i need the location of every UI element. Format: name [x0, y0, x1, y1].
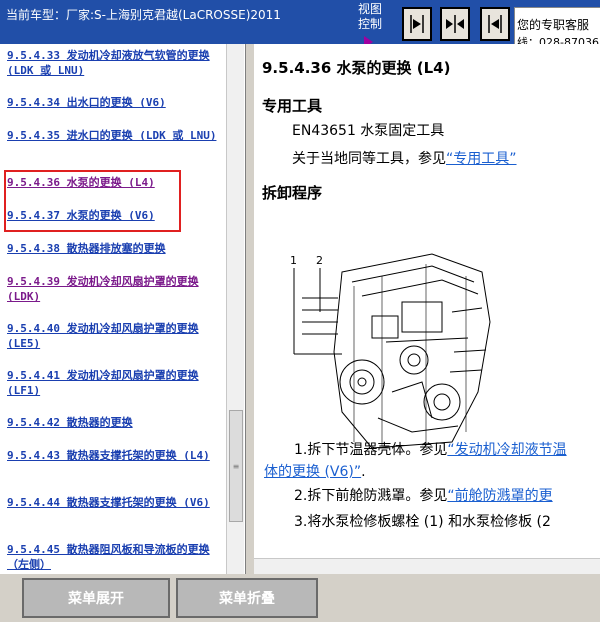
- nav-item-9-5-4-41[interactable]: 9.5.4.41 发动机冷却风扇护罩的更换 (LF1): [7, 368, 219, 398]
- current-car-model-label: 当前车型：厂家:S-上海别克君越(LaCROSSE)2011: [6, 8, 281, 22]
- nav-item-9-5-4-40[interactable]: 9.5.4.40 发动机冷却风扇护罩的更换 (LE5): [7, 321, 219, 351]
- special-tools-link[interactable]: “专用工具”: [446, 151, 517, 167]
- document-title: 9.5.4.36 水泵的更换 (L4): [262, 59, 451, 77]
- expand-left-button[interactable]: [480, 7, 510, 41]
- step-1-continued: 体的更换 (V6)”.: [264, 462, 366, 482]
- nav-item-9-5-4-45[interactable]: 9.5.4.45 散热器阻风板和导流板的更换（左侧）: [7, 542, 219, 572]
- navigation-pane: 9.5.4.33 发动机冷却液放气软管的更换 (LDK 或 LNU) 9.5.4…: [0, 44, 246, 574]
- nav-item-9-5-4-42[interactable]: 9.5.4.42 散热器的更换: [7, 415, 219, 430]
- view-control-line1: 视图: [358, 2, 383, 16]
- view-control-label: 视图 控制: [358, 2, 392, 44]
- engine-diagram: 1 2: [290, 253, 491, 449]
- expand-left-icon: [488, 15, 502, 33]
- splash-shield-link[interactable]: “前舱防溅罩的更: [447, 488, 552, 504]
- nav-item-9-5-4-43[interactable]: 9.5.4.43 散热器支撑托架的更换 (L4): [7, 448, 219, 463]
- customer-service-box: 您的专职客服 线：028-87036: [514, 7, 600, 44]
- nav-item-9-5-4-44[interactable]: 9.5.4.44 散热器支撑托架的更换 (V6): [7, 495, 219, 510]
- nav-item-9-5-4-35[interactable]: 9.5.4.35 进水口的更换 (LDK 或 LNU): [7, 128, 219, 143]
- split-view-button[interactable]: [440, 7, 470, 41]
- callout-1: 1: [290, 254, 297, 267]
- nav-item-9-5-4-38[interactable]: 9.5.4.38 散热器排放塞的更换: [7, 241, 219, 256]
- step-3: 3.将水泵检修板螺栓 (1) 和水泵检修板 (2: [294, 514, 551, 530]
- step-1-period: .: [361, 464, 366, 480]
- nav-vertical-scrollbar[interactable]: ≡: [226, 44, 244, 574]
- nav-item-9-5-4-39[interactable]: 9.5.4.39 发动机冷却风扇护罩的更换 (LDK): [7, 274, 219, 304]
- bottom-bar: 菜单展开 菜单折叠: [0, 574, 600, 622]
- step-2: 2.拆下前舱防溅罩。参见“前舱防溅罩的更: [294, 486, 553, 506]
- tool-item: EN43651 水泵固定工具: [292, 123, 445, 139]
- thermostat-housing-link[interactable]: “发动机冷却液节温: [447, 442, 566, 458]
- menu-expand-button[interactable]: 菜单展开: [22, 578, 170, 618]
- header-bar: 当前车型：厂家:S-上海别克君越(LaCROSSE)2011 视图 控制 您的专…: [0, 0, 600, 44]
- equivalent-tools-line: 关于当地同等工具，参见“专用工具”: [292, 148, 517, 168]
- step-2-text: 2.拆下前舱防溅罩。参见: [294, 488, 448, 504]
- service-line1: 您的专职客服: [517, 18, 590, 32]
- step-1: 1.拆下节温器壳体。参见“发动机冷却液节温: [294, 440, 567, 460]
- view-control-line2: 控制: [358, 17, 383, 31]
- special-tools-heading: 专用工具: [262, 97, 323, 115]
- callout-2: 2: [316, 254, 323, 267]
- nav-scroll-thumb[interactable]: ≡: [229, 410, 243, 522]
- equivalent-tools-text: 关于当地同等工具，参见: [292, 151, 446, 167]
- document-pane: 9.5.4.36 水泵的更换 (L4) 专用工具 EN43651 水泵固定工具 …: [254, 44, 600, 574]
- split-view-icon: [446, 15, 464, 33]
- nav-item-9-5-4-34[interactable]: 9.5.4.34 出水口的更换 (V6): [7, 95, 219, 110]
- removal-procedure-heading: 拆卸程序: [262, 184, 323, 202]
- step-1-text: 1.拆下节温器壳体。参见: [294, 442, 448, 458]
- nav-item-9-5-4-33[interactable]: 9.5.4.33 发动机冷却液放气软管的更换 (LDK 或 LNU): [7, 48, 219, 78]
- document-horizontal-scrollbar[interactable]: [254, 558, 600, 574]
- thermostat-housing-link-continued[interactable]: 体的更换 (V6)”: [264, 464, 361, 480]
- pane-splitter[interactable]: [246, 44, 254, 574]
- menu-collapse-button[interactable]: 菜单折叠: [176, 578, 318, 618]
- service-line2: 线：028-87036: [517, 36, 599, 44]
- expand-right-button[interactable]: [402, 7, 432, 41]
- view-control-arrow-icon: [364, 36, 373, 44]
- expand-right-icon: [410, 15, 424, 33]
- selection-highlight-box: [4, 170, 181, 232]
